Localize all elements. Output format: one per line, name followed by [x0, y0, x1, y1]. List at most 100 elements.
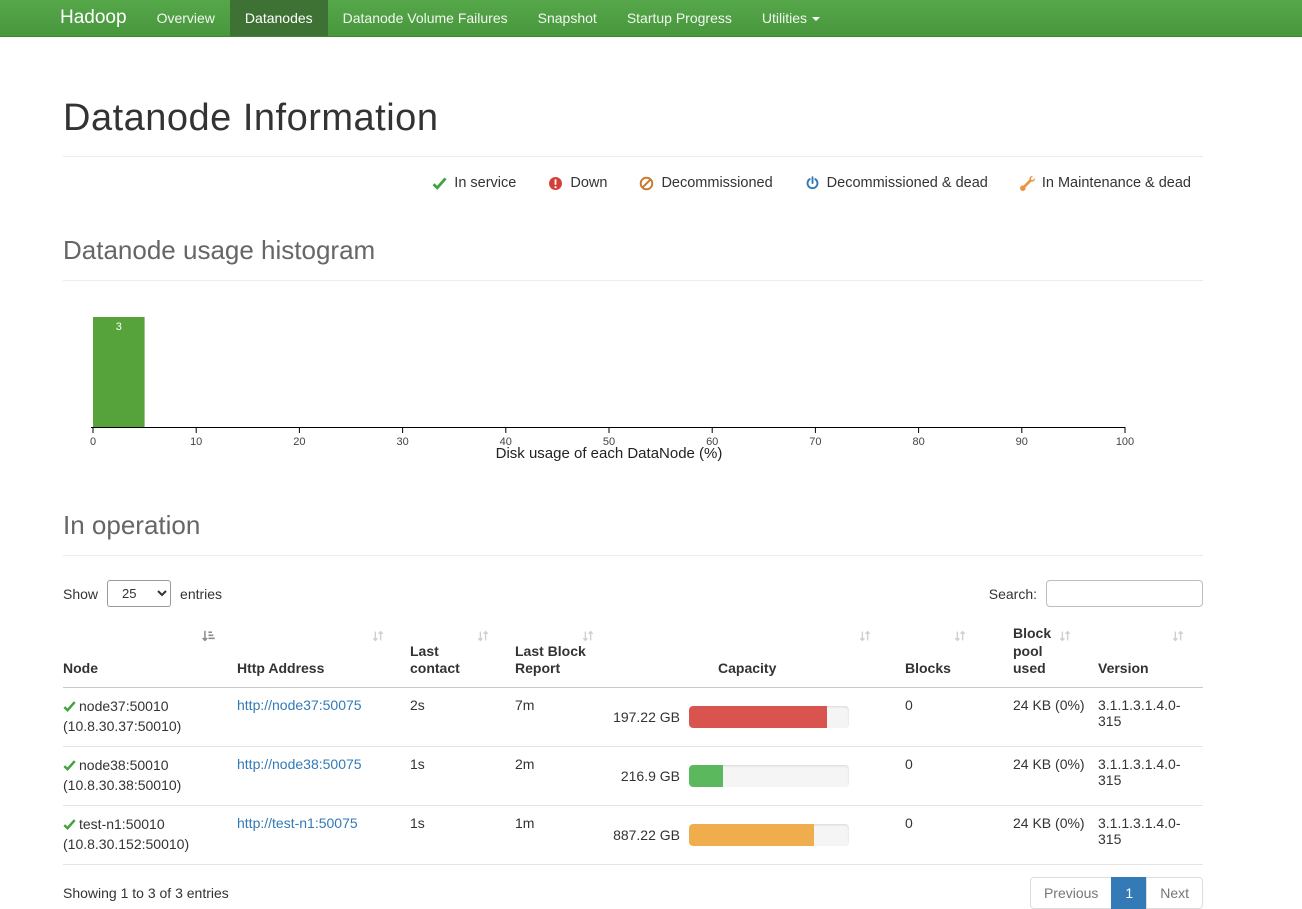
x-axis-title: Disk usage of each DataNode (%): [496, 445, 723, 461]
column-header-version[interactable]: Version: [1090, 625, 1203, 687]
nav-item-utilities[interactable]: Utilities: [747, 0, 835, 36]
column-header-capacity[interactable]: Capacity: [613, 625, 890, 687]
node-http-link[interactable]: http://node38:50075: [237, 756, 362, 772]
last-contact-cell: 1s: [403, 806, 508, 864]
nav-item-datanode-volume-failures[interactable]: Datanode Volume Failures: [328, 0, 523, 36]
wrench-icon: [1020, 176, 1035, 191]
legend-label: In Maintenance & dead: [1042, 175, 1191, 191]
previous-button[interactable]: Previous: [1030, 877, 1112, 909]
last-block-report-cell: 2m: [508, 747, 613, 805]
navbar: Hadoop OverviewDatanodesDatanode Volume …: [0, 0, 1302, 37]
show-label: Show: [63, 586, 98, 602]
version-cell: 3.1.1.3.1.4.0-315: [1090, 747, 1203, 805]
legend-label: Down: [570, 175, 607, 191]
x-tick-label: 90: [1016, 436, 1028, 448]
http-address-cell: http://node38:50075: [233, 747, 403, 805]
last-block-report-cell: 1m: [508, 806, 613, 864]
search-control: Search:: [989, 580, 1203, 607]
column-header-blocks[interactable]: Blocks: [890, 625, 985, 687]
block-pool-used-cell: 24 KB (0%): [985, 688, 1090, 746]
usage-histogram: 30102030405060708090100Disk usage of eac…: [63, 309, 1203, 466]
node-name: node37:50010: [79, 697, 169, 716]
column-label: Block pool used: [1013, 625, 1051, 678]
table-row: node37:50010(10.8.30.37:50010)http://nod…: [63, 688, 1203, 747]
node-cell: node38:50010(10.8.30.38:50010): [63, 747, 233, 805]
legend-label: Decommissioned & dead: [827, 175, 988, 191]
search-input[interactable]: [1046, 580, 1203, 607]
exclamation-circle-icon: [548, 176, 563, 191]
node-http-link[interactable]: http://test-n1:50075: [237, 815, 358, 831]
status-legend: In service Down Decommissioned Decommission…: [63, 175, 1203, 191]
table-row: test-n1:50010(10.8.30.152:50010)http://t…: [63, 806, 1203, 865]
sort-both-icon: [476, 629, 490, 648]
node-http-link[interactable]: http://node37:50075: [237, 697, 362, 713]
legend-item-in-maintenance-dead: In Maintenance & dead: [1020, 175, 1191, 191]
sort-both-icon: [371, 629, 385, 648]
column-header-http-address[interactable]: Http Address: [233, 625, 403, 687]
column-header-block-pool-used[interactable]: Block pool used: [985, 625, 1090, 687]
x-tick-label: 70: [809, 436, 821, 448]
x-tick-label: 30: [396, 436, 408, 448]
version-cell: 3.1.1.3.1.4.0-315: [1090, 688, 1203, 746]
check-icon: [63, 700, 76, 713]
last-block-report-cell: 7m: [508, 688, 613, 746]
table-header-row: Node Http AddressLast contact Last Block R…: [63, 625, 1203, 688]
column-label: Last contact: [410, 643, 460, 678]
legend-item-decommissioned: Decommissioned: [639, 175, 772, 191]
table-info: Showing 1 to 3 of 3 entries: [63, 885, 229, 901]
capacity-value: 197.22 GB: [613, 709, 680, 725]
http-address-cell: http://node37:50075: [233, 688, 403, 746]
ban-circle-icon: [639, 176, 654, 191]
blocks-cell: 0: [890, 747, 985, 805]
last-contact-cell: 2s: [403, 688, 508, 746]
page-button-1[interactable]: 1: [1111, 877, 1147, 909]
check-icon: [432, 176, 447, 191]
datanode-table: Node Http AddressLast contact Last Block R…: [63, 625, 1203, 865]
capacity-cell: 197.22 GB: [613, 688, 890, 746]
column-label: Node: [63, 660, 98, 678]
capacity-bar: [689, 706, 849, 728]
histogram-bar-label: 3: [116, 321, 122, 333]
sort-both-icon: [953, 629, 967, 648]
version-cell: 3.1.1.3.1.4.0-315: [1090, 806, 1203, 864]
last-contact-cell: 1s: [403, 747, 508, 805]
legend-item-in-service: In service: [432, 175, 516, 191]
column-header-last-block-report[interactable]: Last Block Report: [508, 625, 613, 687]
next-button[interactable]: Next: [1146, 877, 1203, 909]
nav-item-startup-progress[interactable]: Startup Progress: [612, 0, 747, 36]
sort-both-icon: [858, 629, 872, 648]
page-length-control: Show 25 entries: [63, 580, 222, 607]
column-label: Capacity: [718, 660, 776, 678]
block-pool-used-cell: 24 KB (0%): [985, 747, 1090, 805]
column-header-last-contact[interactable]: Last contact: [403, 625, 508, 687]
block-pool-used-cell: 24 KB (0%): [985, 806, 1090, 864]
nav-item-datanodes[interactable]: Datanodes: [230, 0, 328, 36]
page-length-select[interactable]: 25: [107, 580, 171, 607]
node-name: node38:50010: [79, 756, 169, 775]
legend-label: In service: [454, 175, 516, 191]
sort-both-icon: [581, 629, 595, 648]
nav-item-overview[interactable]: Overview: [142, 0, 230, 36]
table-body: node37:50010(10.8.30.37:50010)http://nod…: [63, 688, 1203, 865]
capacity-cell: 216.9 GB: [613, 747, 890, 805]
in-operation-divider: [63, 555, 1203, 556]
node-ip: (10.8.30.37:50010): [63, 716, 233, 737]
blocks-cell: 0: [890, 688, 985, 746]
column-label: Blocks: [905, 660, 951, 678]
column-header-node[interactable]: Node: [63, 625, 233, 687]
column-label: Last Block Report: [515, 643, 586, 678]
histogram-divider: [63, 280, 1203, 281]
x-tick-label: 100: [1116, 436, 1134, 448]
nav-item-snapshot[interactable]: Snapshot: [523, 0, 612, 36]
node-cell: node37:50010(10.8.30.37:50010): [63, 688, 233, 746]
capacity-bar-fill: [689, 824, 814, 846]
node-ip: (10.8.30.152:50010): [63, 834, 233, 855]
sort-ascending-icon: [201, 629, 215, 648]
legend-label: Decommissioned: [661, 175, 772, 191]
capacity-value: 887.22 GB: [613, 827, 680, 843]
title-divider: [63, 156, 1203, 157]
check-icon: [63, 818, 76, 831]
navbar-items: OverviewDatanodesDatanode Volume Failure…: [142, 0, 835, 36]
entries-label: entries: [180, 586, 222, 602]
hadoop-brand[interactable]: Hadoop: [45, 0, 142, 36]
